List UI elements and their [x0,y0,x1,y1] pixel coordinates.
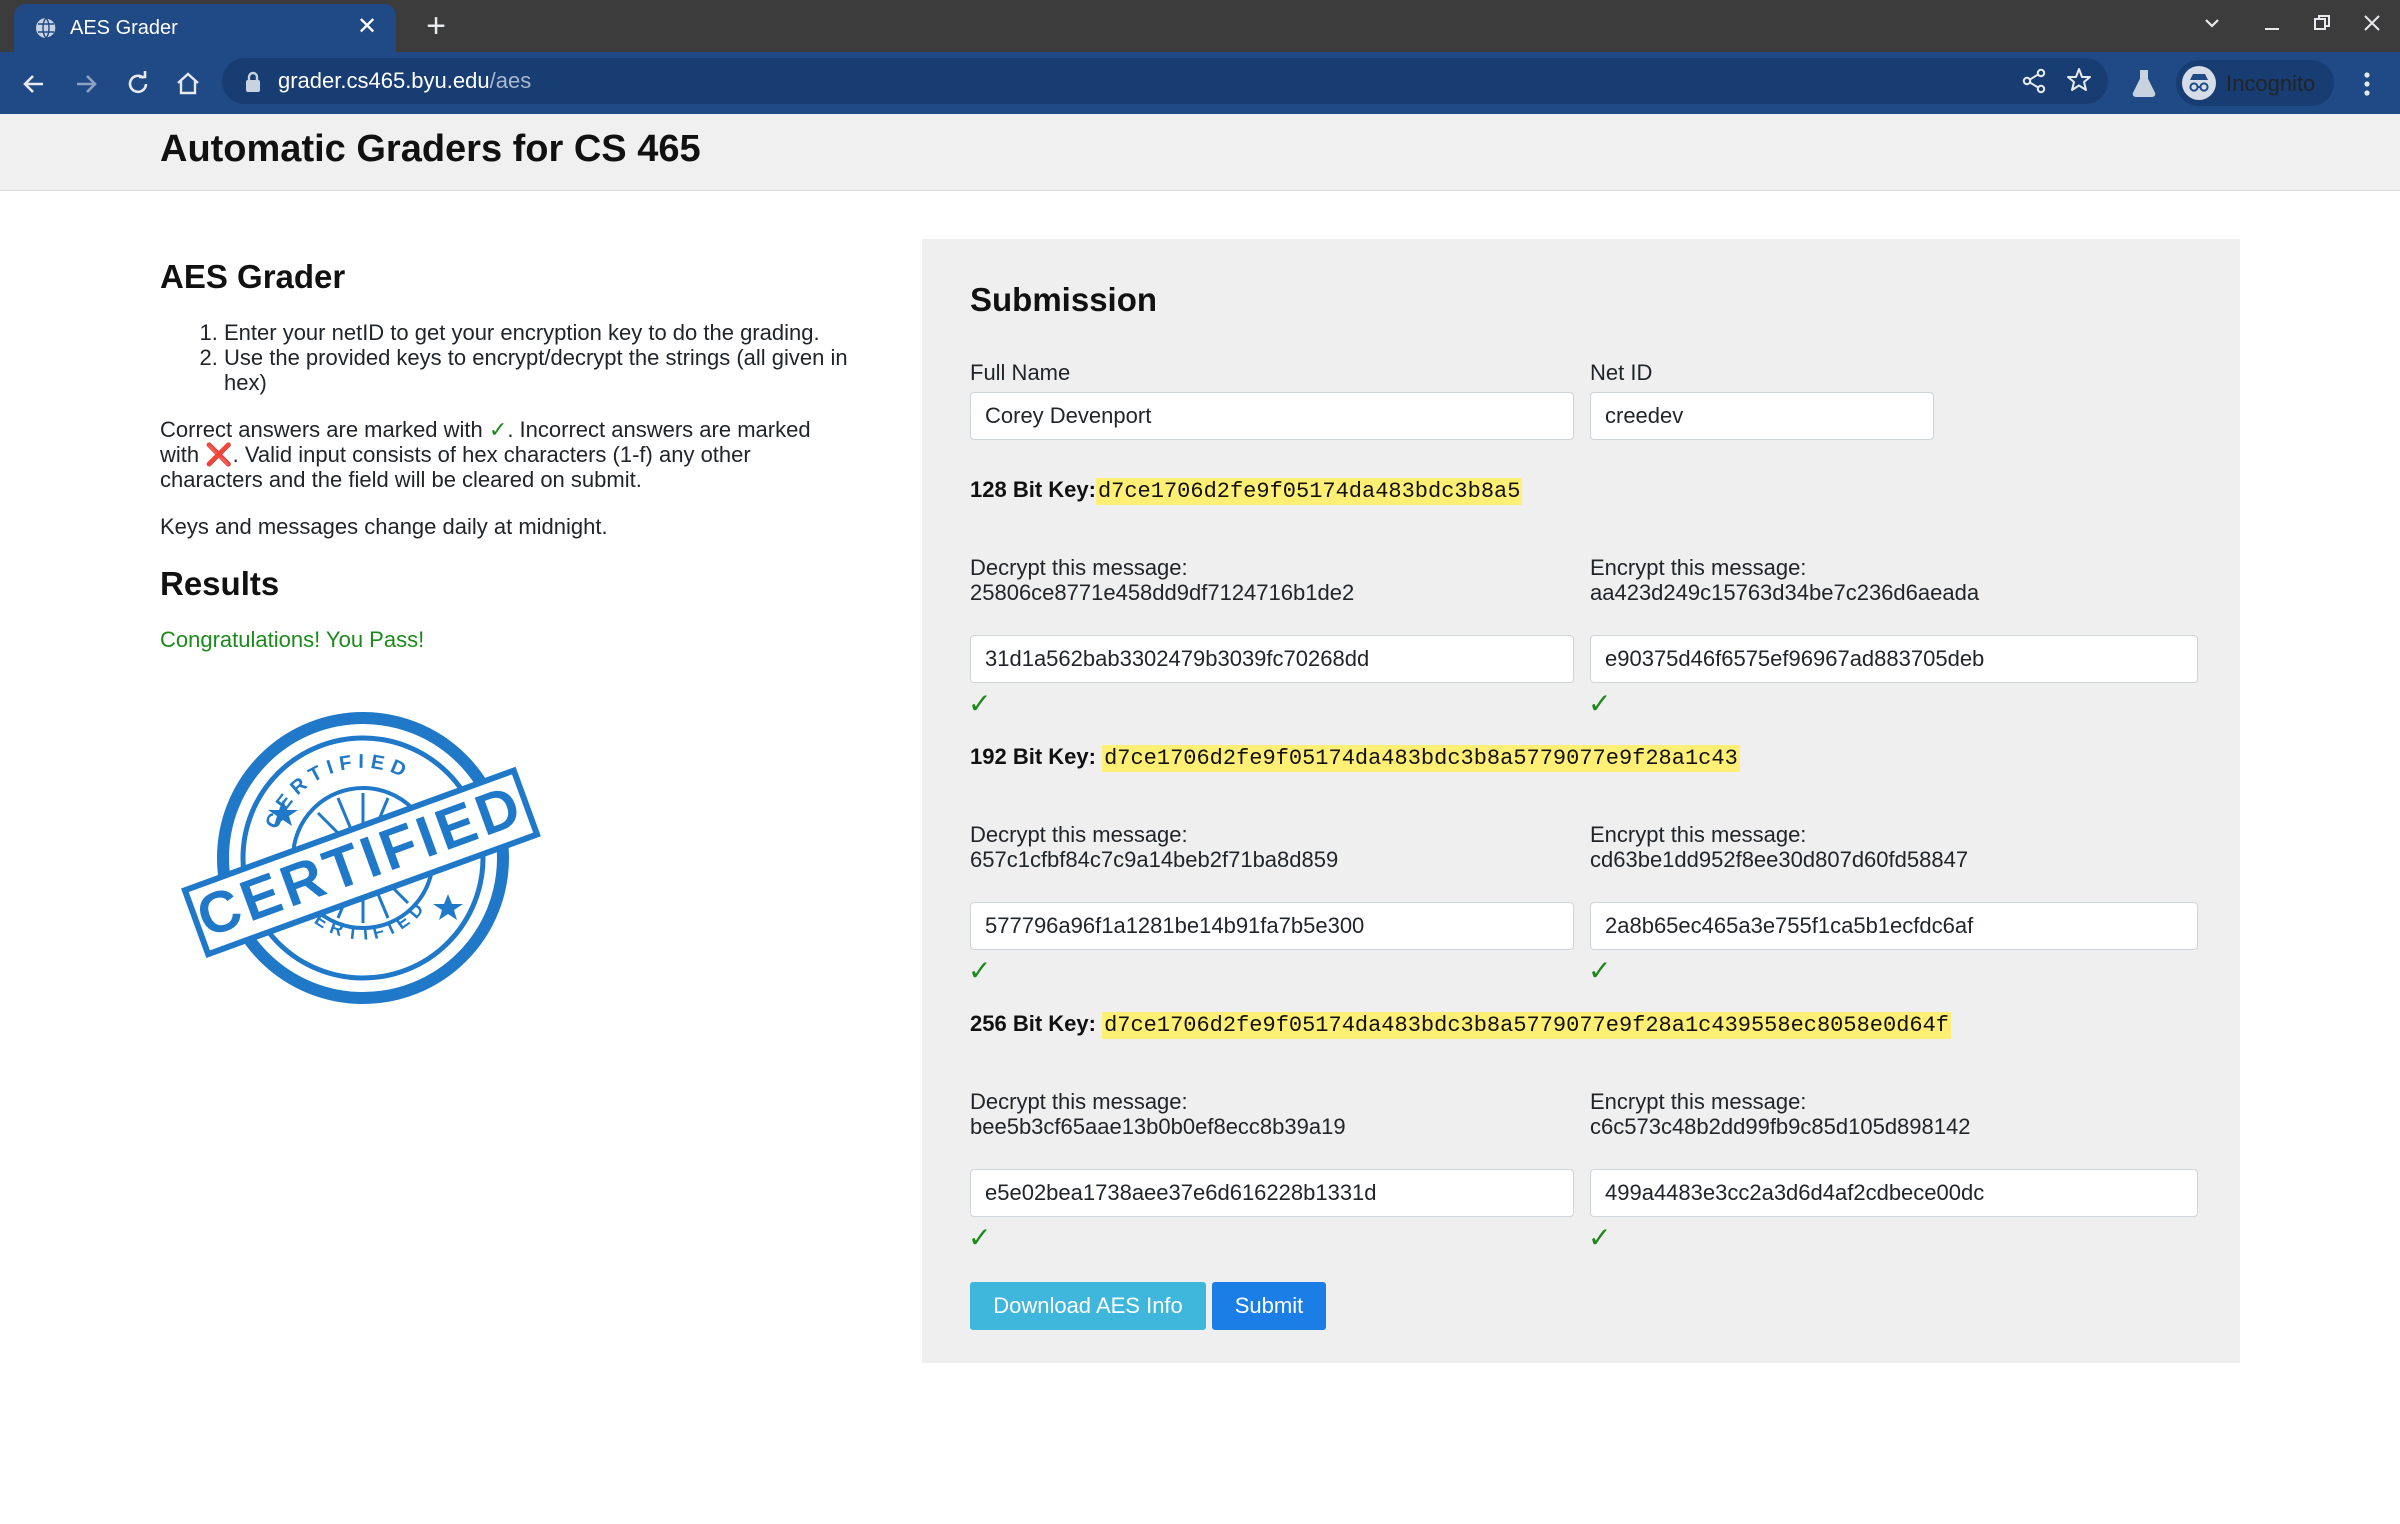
incognito-profile-button[interactable]: Incognito [2176,60,2334,106]
netid-field[interactable] [1590,392,1934,440]
restore-icon[interactable] [2300,6,2344,46]
decrypt-answer-field[interactable] [970,1169,1574,1217]
globe-icon [36,17,57,39]
key-label: 256 Bit Key: [970,1011,1103,1036]
address-bar[interactable]: grader.cs465.byu.edu/aes [222,58,2108,104]
encrypt-label: Encrypt this message: [1590,555,1807,580]
decrypt-message: 657c1cfbf84c7c9a14beb2f71ba8d859 [970,847,1339,872]
encrypt-answer-field[interactable] [1590,635,2198,683]
check-icon: ✓ [968,955,992,986]
key-192-line: 192 Bit Key: d7ce1706d2fe9f05174da483bdc… [970,744,1740,772]
full-name-field[interactable] [970,392,1574,440]
decrypt-label: Decrypt this message: [970,555,1188,580]
url-path: /aes [489,68,532,93]
check-icon: ✓ [968,688,992,719]
check-icon: ✓ [1588,955,1612,986]
home-icon[interactable] [168,64,208,104]
key-value: d7ce1706d2fe9f05174da483bdc3b8a5779077e9… [1102,745,1740,772]
decrypt-label: Decrypt this message: [970,822,1188,847]
url-text: grader.cs465.byu.edu/aes [278,68,531,94]
instructions-list: Enter your netID to get your encryption … [160,320,850,395]
download-aes-info-button[interactable]: Download AES Info [970,1282,1206,1330]
decrypt-label: Decrypt this message: [970,1089,1188,1114]
incognito-icon [2182,66,2216,100]
reload-icon[interactable] [118,64,158,104]
tab-title: AES Grader [70,17,178,39]
key-256-line: 256 Bit Key: d7ce1706d2fe9f05174da483bdc… [970,1011,1951,1039]
submit-button[interactable]: Submit [1212,1282,1326,1330]
back-icon[interactable] [14,64,54,104]
decrypt-message: 25806ce8771e458dd9df7124716b1de2 [970,580,1355,605]
browser-toolbar: grader.cs465.byu.edu/aes Incognito [0,52,2400,114]
encrypt-label: Encrypt this message: [1590,822,1807,847]
decrypt-answer-field[interactable] [970,902,1574,950]
browser-tab[interactable]: AES Grader ✕ [14,4,396,52]
incognito-label: Incognito [2226,71,2316,96]
correct-prefix: Correct answers are marked with [160,417,489,442]
instruction-item: Enter your netID to get your encryption … [224,320,850,345]
encrypt-label: Encrypt this message: [1590,1089,1807,1114]
page-header: Automatic Graders for CS 465 [0,114,2400,191]
check-icon: ✓ [1588,688,1612,719]
marking-explanation: Correct answers are marked with ✓. Incor… [160,417,850,492]
check-icon: ✓ [1588,1222,1612,1253]
encrypt-message: aa423d249c15763d34be7c236d6aeada [1590,580,1980,605]
instructions-column: AES Grader Enter your netID to get your … [160,258,850,1004]
result-message: Congratulations! You Pass! [160,627,425,652]
key-value: d7ce1706d2fe9f05174da483bdc3b8a5779077e9… [1102,1012,1951,1039]
minimize-icon[interactable] [2250,6,2294,46]
window-close-icon[interactable] [2350,6,2394,46]
key-value: d7ce1706d2fe9f05174da483bdc3b8a5 [1095,478,1523,505]
submission-heading: Submission [970,281,1158,318]
key-label: 128 Bit Key: [970,477,1096,502]
valid-input-text: . Valid input consists of hex characters… [160,442,751,492]
check-icon: ✓ [968,1222,992,1253]
keys-note: Keys and messages change daily at midnig… [160,514,608,539]
encrypt-answer-field[interactable] [1590,1169,2198,1217]
cross-icon: ❌ [205,442,233,467]
key-128-line: 128 Bit Key:d7ce1706d2fe9f05174da483bdc3… [970,477,1523,505]
url-host: grader.cs465.byu.edu [278,68,490,93]
decrypt-message: bee5b3cf65aae13b0b0ef8ecc8b39a19 [970,1114,1346,1139]
plus-icon[interactable]: + [416,6,456,46]
close-icon[interactable]: ✕ [352,12,382,42]
decrypt-answer-field[interactable] [970,635,1574,683]
results-heading: Results [160,565,280,602]
full-name-label: Full Name [970,360,1071,385]
check-icon: ✓ [488,417,508,442]
submission-panel: Submission Full Name Net ID 128 Bit Key:… [922,239,2240,1363]
encrypt-message: c6c573c48b2dd99fb9c85d105d898142 [1590,1114,1971,1139]
chevron-down-icon[interactable] [2190,6,2234,46]
share-icon[interactable] [2022,68,2046,94]
kebab-menu-icon[interactable] [2352,66,2382,102]
key-label: 192 Bit Key: [970,744,1103,769]
certified-stamp-image: CERTIFIED CERTIFIED CERTIFIED [181,712,541,1004]
encrypt-answer-field[interactable] [1590,902,2198,950]
tab-strip: AES Grader ✕ + [0,0,2400,52]
lock-icon [246,71,260,92]
star-icon[interactable] [2066,67,2092,93]
page-title: Automatic Graders for CS 465 [160,128,701,170]
encrypt-message: cd63be1dd952f8ee30d807d60fd58847 [1590,847,1969,872]
instruction-item: Use the provided keys to encrypt/decrypt… [224,345,850,395]
netid-label: Net ID [1590,360,1653,385]
forward-icon[interactable] [66,64,106,104]
flask-icon[interactable] [2130,68,2158,98]
aes-grader-heading: AES Grader [160,258,346,295]
